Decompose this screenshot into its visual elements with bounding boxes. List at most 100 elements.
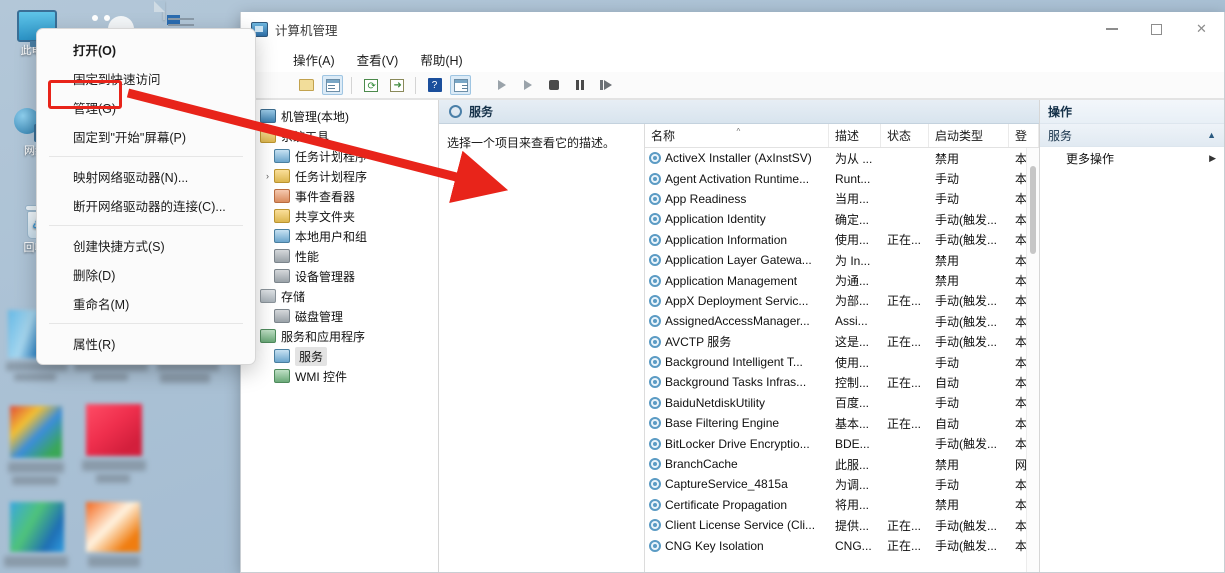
restart-service-icon[interactable] (595, 75, 616, 95)
service-description: 基本... (835, 416, 870, 431)
menu-action[interactable]: 操作(A) (293, 50, 335, 69)
minimize-button[interactable] (1089, 12, 1134, 46)
service-gear-icon (649, 437, 661, 450)
service-row[interactable]: CaptureService_4815a 为调... 手动本 (645, 474, 1039, 494)
context-menu-item-label: 固定到"开始"屏幕(P) (73, 131, 187, 145)
service-row[interactable]: BranchCache 此服... 禁用网 (645, 454, 1039, 474)
tree-item-12[interactable]: 服务 (241, 346, 438, 366)
context-menu-item-9[interactable]: 删除(D) (37, 260, 255, 289)
service-row[interactable]: Certificate Propagation 将用... 禁用本 (645, 495, 1039, 515)
tree-item-10[interactable]: 磁盘管理 (241, 306, 438, 326)
context-menu-item-10[interactable]: 重命名(M) (37, 289, 255, 318)
column-header-0[interactable]: 名称 ^ (645, 124, 829, 147)
listview-body[interactable]: ActiveX Installer (AxInstSV) 为从 ... 禁用本 Age… (645, 148, 1039, 572)
tree-item-13[interactable]: WMI 控件 (241, 366, 438, 386)
service-row[interactable]: AppX Deployment Servic... 为部... 正在... 手动(触发… (645, 291, 1039, 311)
tree-item-6[interactable]: 本地用户和组 (241, 226, 438, 246)
service-row[interactable]: Background Tasks Infras... 控制... 正在... 自动本 (645, 372, 1039, 392)
menu-view[interactable]: 查看(V) (357, 50, 399, 69)
stop-service-icon[interactable] (543, 75, 564, 95)
export-icon[interactable]: ➜ (386, 75, 407, 95)
maximize-icon (1151, 23, 1162, 35)
wmi-control-icon (274, 369, 290, 383)
listview-header[interactable]: 名称 ^ 描述 状态 启动类型 登 (645, 124, 1039, 148)
desktop-icon-document[interactable] (163, 1, 194, 38)
service-name-label: Background Tasks Infras... (665, 375, 807, 390)
listview-scrollbar[interactable] (1026, 148, 1039, 572)
tree-item-11[interactable]: ⌄服务和应用程序 (241, 326, 438, 346)
service-row[interactable]: Base Filtering Engine 基本... 正在... 自动本 (645, 413, 1039, 433)
service-row[interactable]: AVCTP 服务 这是... 正在... 手动(触发... 本 (645, 332, 1039, 352)
service-gear-icon (649, 192, 661, 205)
scrollbar-thumb[interactable] (1030, 166, 1036, 254)
device-manager-icon (274, 269, 290, 283)
back-icon[interactable] (296, 75, 317, 95)
service-row[interactable]: Application Information 使用... 正在... 手动(触发..… (645, 230, 1039, 250)
collapse-icon[interactable]: ▲ (1207, 130, 1216, 140)
desktop-context-menu[interactable]: 打开(O) 固定到快速访问 管理(G) 固定到"开始"屏幕(P) 映射网络驱动器(N).… (36, 28, 256, 365)
service-row[interactable]: BitLocker Drive Encryptio... BDE... 手动(触发.… (645, 433, 1039, 453)
context-menu-item-0[interactable]: 打开(O) (37, 35, 255, 64)
service-row[interactable]: Application Identity 确定... 手动(触发... 本 (645, 209, 1039, 229)
tree-item-9[interactable]: 存储 (241, 286, 438, 306)
tree-item-7[interactable]: 性能 (241, 246, 438, 266)
resume-service-icon[interactable] (517, 75, 538, 95)
context-menu-separator (49, 323, 243, 324)
window-titlebar[interactable]: 计算机管理 ✕ (241, 12, 1224, 46)
tree-item-1[interactable]: 系统工具 (241, 126, 438, 146)
console-tree-icon[interactable] (322, 75, 343, 95)
show-pane-icon[interactable] (450, 75, 471, 95)
actions-item-more[interactable]: 更多操作 ▶ (1040, 147, 1224, 170)
maximize-button[interactable] (1134, 12, 1179, 46)
tree-item-2[interactable]: 任务计划程序 (241, 146, 438, 166)
service-row[interactable]: Client License Service (Cli... 提供... 正在...… (645, 515, 1039, 535)
service-row[interactable]: CNG Key Isolation CNG... 正在... 手动(触发... 本 (645, 535, 1039, 555)
refresh-icon[interactable]: ⟳ (360, 75, 381, 95)
service-name: Background Intelligent T... (645, 355, 829, 369)
tree-item-8[interactable]: 设备管理器 (241, 266, 438, 286)
service-row[interactable]: Agent Activation Runtime... Runt... 手动本 (645, 168, 1039, 188)
service-name-label: ActiveX Installer (AxInstSV) (665, 151, 812, 166)
close-button[interactable]: ✕ (1179, 12, 1224, 46)
services-listview[interactable]: 名称 ^ 描述 状态 启动类型 登 ActiveX Installer (AxInstSV… (644, 124, 1039, 572)
column-header-4[interactable]: 登 (1009, 124, 1039, 147)
context-menu-item-5[interactable]: 映射网络驱动器(N)... (37, 162, 255, 191)
tree-item-5[interactable]: 共享文件夹 (241, 206, 438, 226)
computer-management-window[interactable]: 计算机管理 ✕ 操作(A) 查看(V) 帮助(H) ⟳ ➜ ? 机管理(本地) … (240, 12, 1225, 573)
menu-help[interactable]: 帮助(H) (420, 50, 462, 69)
context-menu-item-8[interactable]: 创建快捷方式(S) (37, 231, 255, 260)
tree-item-label: 磁盘管理 (295, 309, 344, 324)
service-row[interactable]: BaiduNetdiskUtility 百度... 手动本 (645, 393, 1039, 413)
service-row[interactable]: App Readiness 当用... 手动本 (645, 189, 1039, 209)
context-menu-item-label: 删除(D) (73, 269, 116, 283)
tree-expander[interactable]: › (261, 171, 274, 181)
service-startup-type: 手动(触发... (935, 539, 997, 554)
service-name: Base Filtering Engine (645, 416, 829, 430)
console-tree-pane[interactable]: 机管理(本地) 系统工具 任务计划程序 › 任务计划程序 事件查看器 共享文件夹本地用户和组… (241, 100, 439, 572)
context-menu-item-3[interactable]: 固定到"开始"屏幕(P) (37, 122, 255, 151)
help-icon[interactable]: ? (424, 75, 445, 95)
tree-item-3[interactable]: › 任务计划程序 (241, 166, 438, 186)
column-header-3[interactable]: 启动类型 (929, 124, 1009, 147)
tree-item-0[interactable]: 机管理(本地) (241, 106, 438, 126)
start-service-icon[interactable] (491, 75, 512, 95)
service-row[interactable]: ActiveX Installer (AxInstSV) 为从 ... 禁用本 (645, 148, 1039, 168)
tree-item-4[interactable]: 事件查看器 (241, 186, 438, 206)
service-row[interactable]: AssignedAccessManager... Assi... 手动(触发... 本 (645, 311, 1039, 331)
actions-section-services[interactable]: 服务 ▲ (1040, 124, 1224, 147)
service-name-label: Base Filtering Engine (665, 416, 780, 431)
service-name-label: Background Intelligent T... (665, 355, 803, 370)
tree-item-label: 本地用户和组 (295, 229, 368, 244)
pause-service-icon[interactable] (569, 75, 590, 95)
service-gear-icon (649, 152, 661, 165)
service-row[interactable]: Application Layer Gatewa... 为 In... 禁用本 (645, 250, 1039, 270)
service-row[interactable]: Application Management 为通... 禁用本 (645, 270, 1039, 290)
context-menu-item-6[interactable]: 断开网络驱动器的连接(C)... (37, 191, 255, 220)
service-startup-type: 手动(触发... (935, 233, 997, 248)
column-header-1[interactable]: 描述 (829, 124, 881, 147)
service-name-label: CaptureService_4815a (665, 477, 788, 492)
context-menu-item-12[interactable]: 属性(R) (37, 329, 255, 358)
column-header-2[interactable]: 状态 (881, 124, 929, 147)
service-row[interactable]: Background Intelligent T... 使用... 手动本 (645, 352, 1039, 372)
service-description: 提供... (835, 518, 870, 533)
